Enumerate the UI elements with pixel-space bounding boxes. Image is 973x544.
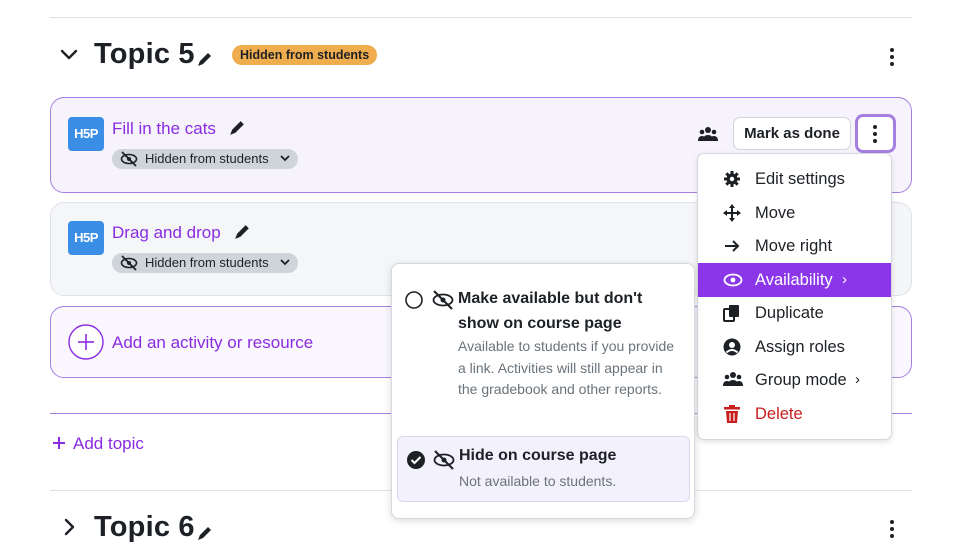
radio-make-available[interactable]: [404, 290, 424, 310]
eye-slash-icon: [432, 290, 454, 310]
chevron-down-icon: [280, 154, 290, 162]
kebab-icon: [872, 125, 878, 146]
menu-item-assign-roles[interactable]: Assign roles: [698, 330, 891, 364]
option-make-available-desc: Available to students if you provide a l…: [458, 338, 675, 397]
add-topic-link[interactable]: Add topic: [73, 434, 144, 454]
activity-link[interactable]: Drag and drop: [112, 223, 221, 243]
gear-icon: [723, 170, 741, 188]
topic-6-menu-icon[interactable]: [889, 520, 895, 541]
visibility-label: Hidden from students: [145, 151, 269, 166]
activity-actions-button[interactable]: [855, 114, 896, 153]
visibility-label: Hidden from students: [145, 255, 269, 270]
topic-5-menu-icon[interactable]: [889, 48, 895, 69]
edit-title-pencil-icon[interactable]: [228, 118, 247, 137]
plus-circle-icon[interactable]: [68, 324, 104, 360]
arrow-right-icon: [723, 237, 741, 255]
menu-item-availability[interactable]: Availability ›: [698, 263, 891, 297]
menu-item-duplicate[interactable]: Duplicate: [698, 296, 891, 330]
visibility-dropdown[interactable]: Hidden from students: [112, 149, 298, 169]
duplicate-icon: [723, 304, 741, 322]
menu-item-move[interactable]: Move: [698, 196, 891, 230]
h5p-icon: H5P: [68, 117, 104, 151]
chevron-right-icon: ›: [842, 271, 847, 288]
topic-6-title: Topic 6: [94, 511, 195, 543]
chevron-right-icon: ›: [855, 371, 860, 388]
availability-popup: Make available but don't show on course …: [391, 263, 695, 519]
menu-item-edit-settings[interactable]: Edit settings: [698, 162, 891, 196]
collapse-chevron-icon[interactable]: [60, 48, 78, 62]
group-mode-users-icon[interactable]: [698, 126, 718, 142]
chevron-down-icon: [280, 258, 290, 266]
visibility-dropdown[interactable]: Hidden from students: [112, 253, 298, 273]
radio-checked-icon: [406, 450, 426, 470]
menu-item-group-mode[interactable]: Group mode ›: [698, 363, 891, 397]
top-divider: [50, 17, 912, 18]
eye-slash-icon: [120, 255, 138, 271]
mark-as-done-button[interactable]: Mark as done: [733, 117, 851, 150]
option-hide-desc: Not available to students.: [459, 473, 617, 489]
option-make-available-title[interactable]: Make available but don't show on course …: [458, 286, 678, 336]
eye-slash-icon: [433, 450, 455, 470]
menu-item-move-right[interactable]: Move right: [698, 229, 891, 263]
hidden-status-badge: Hidden from students: [232, 45, 378, 65]
topic-5-title: Topic 5: [94, 38, 195, 70]
activity-action-menu: Edit settings Move Move right Availabili…: [697, 153, 892, 440]
activity-link[interactable]: Fill in the cats: [112, 119, 216, 139]
eye-icon: [723, 271, 743, 289]
edit-title-pencil-icon[interactable]: [233, 222, 252, 241]
option-hide-on-course-page[interactable]: Hide on course page Not available to stu…: [397, 436, 690, 502]
option-hide-title: Hide on course page: [459, 447, 617, 464]
trash-icon: [723, 405, 741, 423]
expand-chevron-icon[interactable]: [63, 518, 77, 536]
add-activity-link[interactable]: Add an activity or resource: [112, 333, 313, 353]
users-icon: [723, 371, 743, 387]
h5p-icon: H5P: [68, 221, 104, 255]
eye-slash-icon: [120, 151, 138, 167]
plus-icon[interactable]: [52, 436, 66, 450]
edit-topic-pencil-icon[interactable]: [196, 524, 214, 542]
move-arrows-icon: [723, 204, 741, 222]
menu-item-delete[interactable]: Delete: [698, 397, 891, 431]
edit-topic-pencil-icon[interactable]: [196, 50, 214, 68]
user-circle-icon: [723, 338, 741, 356]
